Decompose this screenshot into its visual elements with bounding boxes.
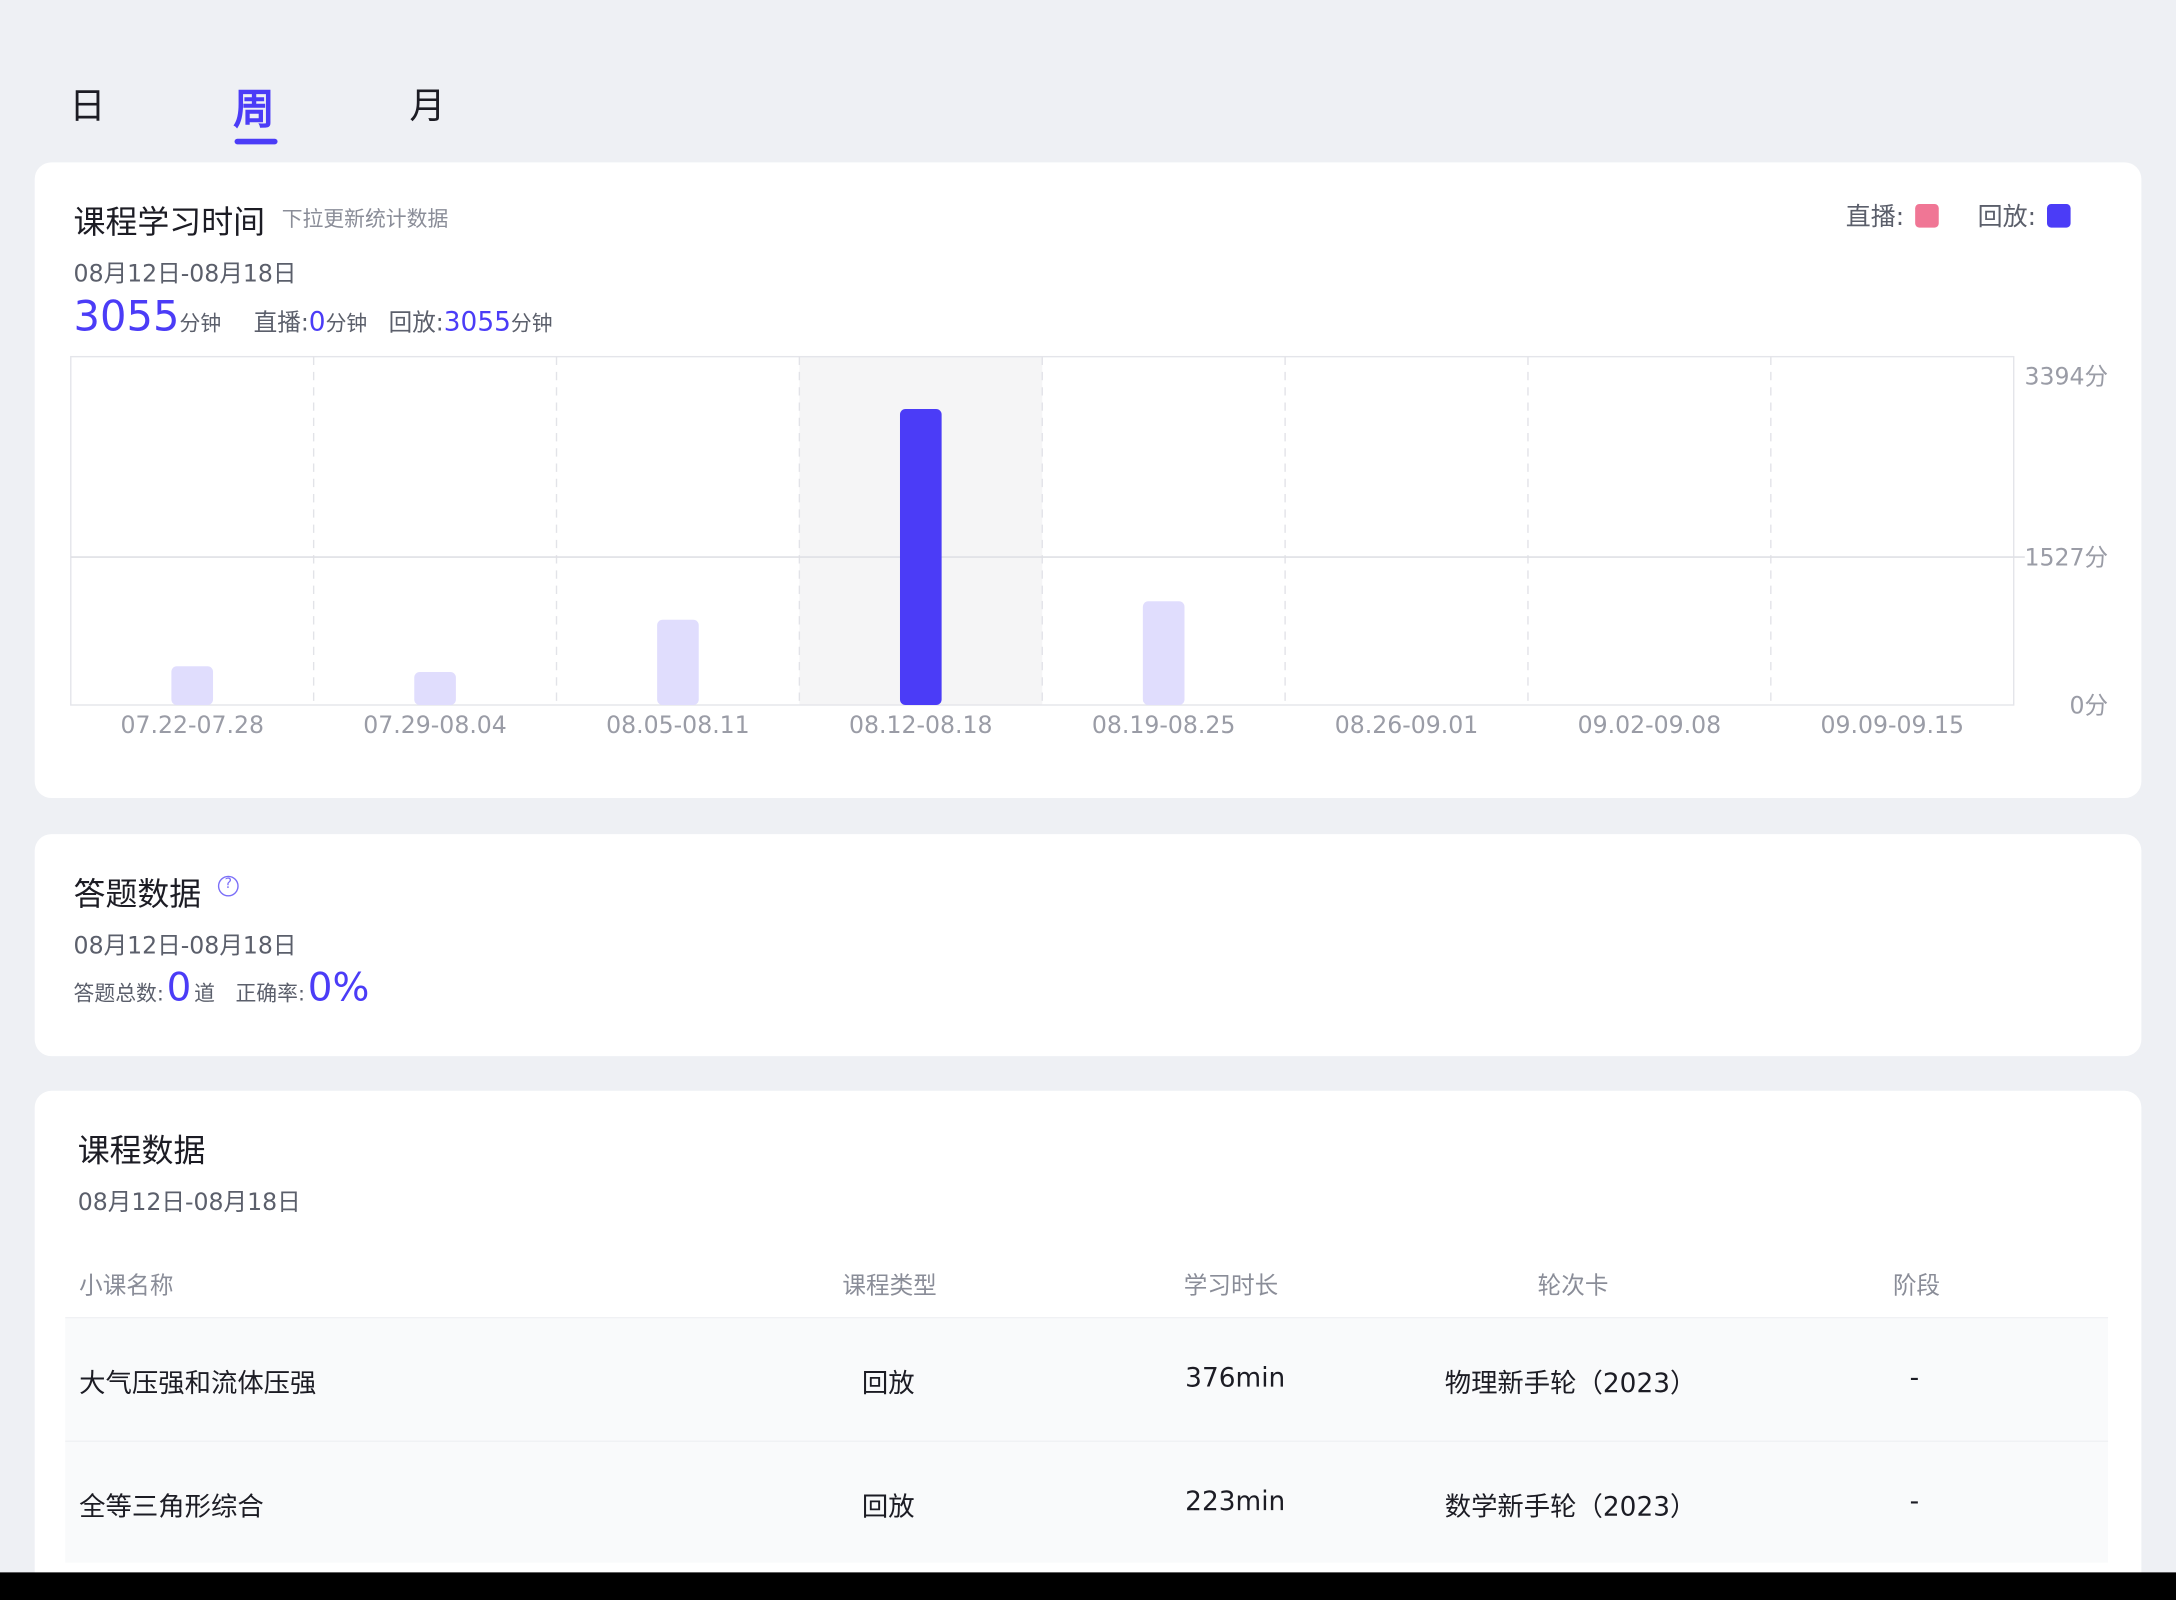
course-table-header: 小课名称 课程类型 学习时长 轮次卡 阶段 — [65, 1246, 2109, 1319]
live-minutes-unit: 分钟 — [325, 310, 368, 336]
tab-month[interactable]: 月 — [409, 78, 445, 129]
course-data-card: 课程数据 08月12日-08月18日 小课名称 课程类型 学习时长 轮次卡 阶段… — [34, 1090, 2142, 1591]
chart-bar — [657, 619, 699, 706]
quiz-data-card: 答题数据 ? 08月12日-08月18日 答题总数:0 道 正确率:0% — [34, 834, 2142, 1057]
x-tick-label: 07.29-08.04 — [363, 711, 507, 739]
x-tick-label: 08.26-09.01 — [1335, 711, 1479, 739]
legend-live-label: 直播: — [1845, 202, 1905, 232]
legend-replay-swatch — [2047, 204, 2071, 228]
x-tick-label: 08.19-08.25 — [1092, 711, 1236, 739]
cell-study-duration: 376min — [1185, 1362, 1286, 1394]
total-minutes-value: 3055 — [73, 292, 180, 342]
col-round-card: 轮次卡 — [1537, 1272, 1609, 1301]
period-tabs: 日 周 月 — [0, 0, 2176, 153]
chart-bar — [1142, 601, 1185, 706]
legend-live-swatch — [1915, 204, 1939, 228]
table-row[interactable]: 大气压强和流体压强 回放 376min 物理新手轮（2023） - — [65, 1318, 2109, 1441]
live-label: 直播: — [253, 309, 309, 338]
cell-study-duration: 223min — [1185, 1486, 1286, 1517]
course-date-range: 08月12日-08月18日 — [77, 1189, 301, 1218]
col-study-duration: 学习时长 — [1183, 1272, 1279, 1301]
replay-minutes-unit: 分钟 — [510, 310, 553, 336]
y-tick-label: 3394分 — [2024, 362, 2108, 390]
chart-bar — [899, 408, 942, 706]
legend-live: 直播: — [1846, 197, 1939, 233]
replay-label: 回放: — [388, 309, 444, 338]
total-minutes-unit: 分钟 — [179, 310, 222, 336]
study-time-date-range: 08月12日-08月18日 — [73, 260, 297, 289]
cell-round-card: 物理新手轮（2023） — [1444, 1368, 1697, 1399]
col-stage: 阶段 — [1892, 1272, 1941, 1301]
table-row[interactable]: 全等三角形综合 回放 223min 数学新手轮（2023） - — [65, 1440, 2109, 1563]
cell-lesson-name: 大气压强和流体压强 — [79, 1368, 317, 1399]
y-tick-label: 1527分 — [2024, 543, 2108, 571]
x-tick-label: 07.22-07.28 — [120, 711, 264, 739]
bottom-bar — [0, 1572, 2176, 1600]
legend-replay: 回放: — [1978, 197, 2071, 233]
quiz-total-unit: 道 — [194, 981, 215, 1007]
cell-round-card: 数学新手轮（2023） — [1444, 1491, 1697, 1523]
x-tick-label: 08.12-08.18 — [849, 711, 993, 739]
study-time-card: 课程学习时间 下拉更新统计数据 直播: 回放: 08月12日-08月18日 30… — [34, 162, 2142, 798]
cell-stage: - — [1909, 1362, 1920, 1394]
quiz-accuracy-label: 正确率: — [235, 981, 305, 1007]
cell-stage: - — [1909, 1486, 1920, 1517]
quiz-title: 答题数据 — [73, 877, 202, 914]
course-table: 小课名称 课程类型 学习时长 轮次卡 阶段 大气压强和流体压强 回放 376mi… — [65, 1246, 2109, 1563]
live-minutes-value: 0 — [308, 306, 326, 338]
quiz-stats: 答题总数:0 道 正确率:0% — [74, 965, 373, 1011]
x-tick-label: 09.02-09.08 — [1578, 711, 1722, 739]
cell-course-type: 回放 — [861, 1491, 915, 1523]
study-time-summary: 3055分钟 直播:0分钟 回放:3055分钟 — [74, 293, 553, 342]
chart-bar — [414, 672, 456, 706]
quiz-total-label: 答题总数: — [73, 981, 164, 1007]
col-lesson-name: 小课名称 — [79, 1272, 174, 1301]
course-title: 课程数据 — [77, 1133, 206, 1170]
active-tab-indicator — [234, 138, 278, 145]
x-tick-label: 09.09-09.15 — [1821, 711, 1965, 739]
y-tick-label: 0分 — [2069, 691, 2108, 719]
weekly-study-chart: 3394分 1527分 0分 07.22-07.28 07.29-08.04 08.05-… — [70, 355, 2108, 739]
tab-day[interactable]: 日 — [69, 78, 105, 129]
legend-replay-label: 回放: — [1977, 202, 2037, 232]
quiz-total-value: 0 — [166, 964, 192, 1011]
quiz-accuracy-value: 0% — [307, 964, 370, 1011]
help-icon[interactable]: ? — [217, 875, 239, 897]
col-course-type: 课程类型 — [842, 1272, 937, 1301]
x-tick-label: 08.05-08.11 — [606, 711, 750, 739]
chart-bar — [171, 666, 214, 706]
cell-lesson-name: 全等三角形综合 — [79, 1491, 264, 1523]
cell-course-type: 回放 — [861, 1368, 915, 1399]
replay-minutes-value: 3055 — [443, 306, 511, 338]
study-time-title: 课程学习时间 — [73, 205, 266, 242]
tab-week[interactable]: 周 — [233, 75, 275, 136]
pull-refresh-hint: 下拉更新统计数据 — [281, 206, 449, 232]
quiz-date-range: 08月12日-08月18日 — [73, 932, 297, 961]
